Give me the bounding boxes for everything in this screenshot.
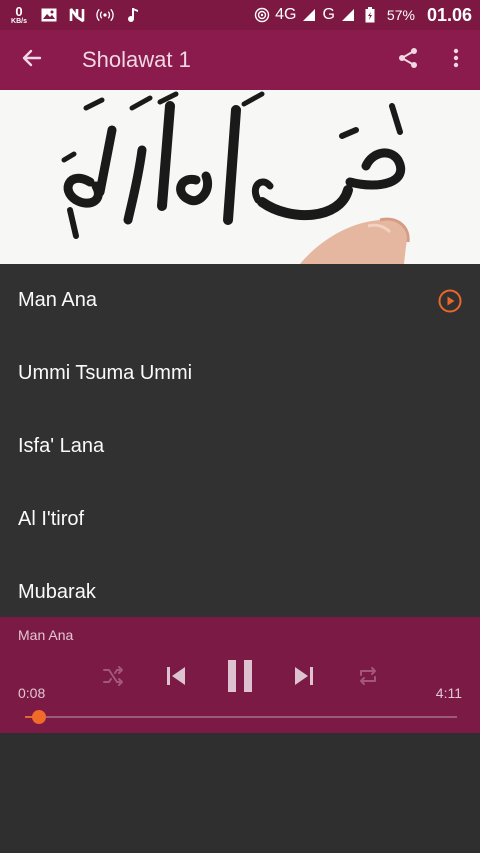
list-item-label: Man Ana [18, 289, 97, 311]
list-item[interactable]: Al I'tirof [0, 483, 480, 556]
signal-icon [339, 6, 357, 24]
list-item[interactable]: Ummi Tsuma Ummi [0, 337, 480, 410]
list-item-label: Al I'tirof [18, 508, 85, 530]
previous-button[interactable] [162, 663, 190, 693]
share-icon [397, 47, 419, 74]
arrow-back-icon [21, 47, 43, 74]
music-note-icon [124, 6, 142, 24]
n-icon [68, 6, 86, 24]
network-speed-value: 0 [15, 4, 23, 19]
network-g-label: G [322, 6, 335, 23]
media-player: Man Ana 0:08 4:11 [0, 617, 480, 733]
header-image [0, 90, 480, 264]
repeat-button[interactable] [354, 664, 382, 692]
pause-icon [224, 659, 256, 698]
skip-next-icon [292, 664, 316, 693]
empty-area [0, 733, 480, 853]
list-item[interactable]: Man Ana [0, 264, 480, 337]
wifi-calling-icon [253, 6, 271, 24]
next-button[interactable] [290, 663, 318, 693]
image-icon [40, 6, 58, 24]
list-item-label: Isfa' Lana [18, 435, 105, 457]
hotspot-icon [96, 6, 114, 24]
shuffle-button[interactable] [99, 664, 127, 692]
page-title: Sholawat 1 [82, 47, 191, 72]
battery-icon [361, 6, 379, 24]
more-vert-icon [453, 48, 459, 73]
duration-time: 4:11 [435, 685, 462, 701]
status-bar: 0 KB/s 4G G 57% 01.06 [0, 0, 480, 30]
repeat-icon [356, 664, 380, 693]
network-4g-label: 4G [275, 6, 297, 23]
app-bar: Sholawat 1 [0, 30, 480, 90]
back-button[interactable] [0, 30, 64, 90]
seek-bar[interactable] [25, 710, 457, 724]
calligraphy-image [0, 90, 480, 264]
network-speed: 0 KB/s [8, 5, 30, 25]
seek-bar-thumb[interactable] [31, 710, 46, 724]
shuffle-icon [101, 664, 125, 693]
network-speed-unit: KB/s [11, 18, 27, 25]
pause-button[interactable] [222, 659, 258, 697]
share-button[interactable] [384, 30, 432, 90]
status-time: 01.06 [426, 4, 472, 25]
list-item[interactable]: Isfa' Lana [0, 410, 480, 483]
playlist: Man Ana Ummi Tsuma Ummi Isfa' Lana Al I'… [0, 264, 480, 617]
list-item-label: Ummi Tsuma Ummi [18, 362, 193, 384]
battery-percent: 57% [386, 7, 415, 23]
current-time: 0:08 [18, 685, 46, 701]
skip-previous-icon [164, 664, 188, 693]
list-item-label: Mubarak [18, 581, 96, 603]
play-circle-icon[interactable] [438, 289, 462, 313]
more-options-button[interactable] [432, 30, 480, 90]
signal-icon [300, 6, 318, 24]
now-playing-title: Man Ana [18, 627, 74, 643]
